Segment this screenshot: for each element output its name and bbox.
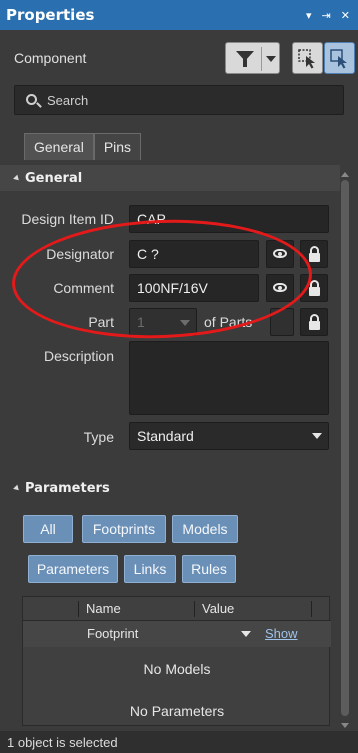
- eye-pupil: [278, 252, 282, 256]
- scroll-up-icon[interactable]: [341, 172, 349, 177]
- title-bar-controls: ▾ ⇥ ✕: [306, 9, 358, 22]
- general-section-title: General: [25, 170, 83, 186]
- tab-general[interactable]: General: [24, 133, 94, 160]
- row-name-cell: Footprint: [87, 626, 139, 641]
- status-bar: 1 object is selected: [0, 731, 358, 753]
- show-link[interactable]: Show: [265, 626, 298, 641]
- filter-footprints-button[interactable]: Footprints: [82, 515, 166, 543]
- of-parts-field: [270, 308, 294, 336]
- comment-lock-button[interactable]: [300, 274, 328, 302]
- column-divider: [78, 601, 79, 617]
- design-item-id-label: Design Item ID: [21, 211, 114, 227]
- comment-label: Comment: [53, 280, 114, 296]
- lock-icon-body: [309, 321, 320, 330]
- collapse-triangle-icon: [13, 484, 21, 492]
- designator-visibility-button[interactable]: [266, 240, 294, 268]
- type-label: Type: [83, 429, 114, 445]
- column-divider: [194, 601, 195, 617]
- chevron-down-icon: [180, 320, 190, 326]
- tab-pins[interactable]: Pins: [93, 133, 142, 160]
- search-input[interactable]: Search: [47, 93, 88, 108]
- parameters-grid: Name Value Footprint Show No Models No P…: [22, 596, 331, 726]
- eye-pupil: [278, 286, 282, 290]
- panel-title-bar: Properties ▾ ⇥ ✕: [0, 0, 358, 30]
- comment-visibility-button[interactable]: [266, 274, 294, 302]
- filter-parameters-button[interactable]: Parameters: [28, 555, 118, 583]
- filter-divider: [261, 47, 262, 71]
- object-type-label: Component: [14, 50, 87, 66]
- tab-bar: General Pins: [24, 133, 142, 160]
- parameters-section-title: Parameters: [25, 480, 110, 496]
- grid-header: Name Value: [23, 597, 331, 621]
- design-item-id-field[interactable]: CAP: [129, 205, 329, 233]
- no-parameters-message: No Parameters: [129, 703, 225, 719]
- filter-rules-button[interactable]: Rules: [182, 555, 236, 583]
- properties-panel: Component Search General Pins General De…: [0, 30, 358, 731]
- lock-icon-body: [309, 287, 320, 296]
- panel-menu-icon[interactable]: ▾: [306, 9, 312, 22]
- filter-all-button[interactable]: All: [23, 515, 73, 543]
- lock-icon-body: [309, 253, 320, 262]
- filter-dropdown-button[interactable]: [225, 42, 280, 74]
- filter-links-button[interactable]: Links: [124, 555, 176, 583]
- general-section-header[interactable]: General: [0, 165, 340, 191]
- parameters-section-header[interactable]: Parameters: [0, 475, 340, 501]
- vertical-scrollbar[interactable]: [340, 172, 350, 728]
- column-divider: [311, 601, 312, 617]
- designator-lock-button[interactable]: [300, 240, 328, 268]
- select-object-button[interactable]: [324, 42, 355, 74]
- close-panel-icon[interactable]: ✕: [341, 9, 350, 22]
- description-field[interactable]: [129, 341, 329, 415]
- type-select[interactable]: Standard: [129, 422, 329, 450]
- search-box[interactable]: Search: [14, 85, 344, 115]
- collapse-triangle-icon: [13, 174, 21, 182]
- of-parts-label: of Parts: [204, 314, 253, 330]
- column-header-name[interactable]: Name: [86, 601, 121, 616]
- designator-field[interactable]: C ?: [129, 240, 259, 268]
- filter-icon-stem: [243, 59, 247, 67]
- no-models-message: No Models: [143, 661, 211, 677]
- description-label: Description: [43, 348, 114, 364]
- part-lock-button[interactable]: [300, 308, 328, 336]
- cursor-select-icon: [330, 49, 347, 69]
- designator-label: Designator: [46, 246, 114, 262]
- panel-title: Properties: [6, 6, 95, 24]
- select-mask-button[interactable]: [292, 42, 323, 74]
- column-header-value[interactable]: Value: [202, 601, 234, 616]
- comment-field[interactable]: 100NF/16V: [129, 274, 259, 302]
- scrollbar-thumb[interactable]: [341, 180, 349, 716]
- search-icon-handle: [36, 102, 42, 108]
- scroll-down-icon[interactable]: [341, 723, 349, 728]
- component-header-row: Component: [0, 40, 358, 80]
- chevron-down-icon[interactable]: [241, 631, 251, 637]
- table-row[interactable]: Footprint Show: [23, 621, 331, 647]
- chevron-down-icon: [266, 56, 276, 62]
- part-label: Part: [88, 314, 114, 330]
- pin-panel-icon[interactable]: ⇥: [322, 9, 331, 22]
- filter-models-button[interactable]: Models: [172, 515, 238, 543]
- chevron-down-icon: [312, 433, 322, 439]
- selection-filter-icon: [298, 49, 315, 69]
